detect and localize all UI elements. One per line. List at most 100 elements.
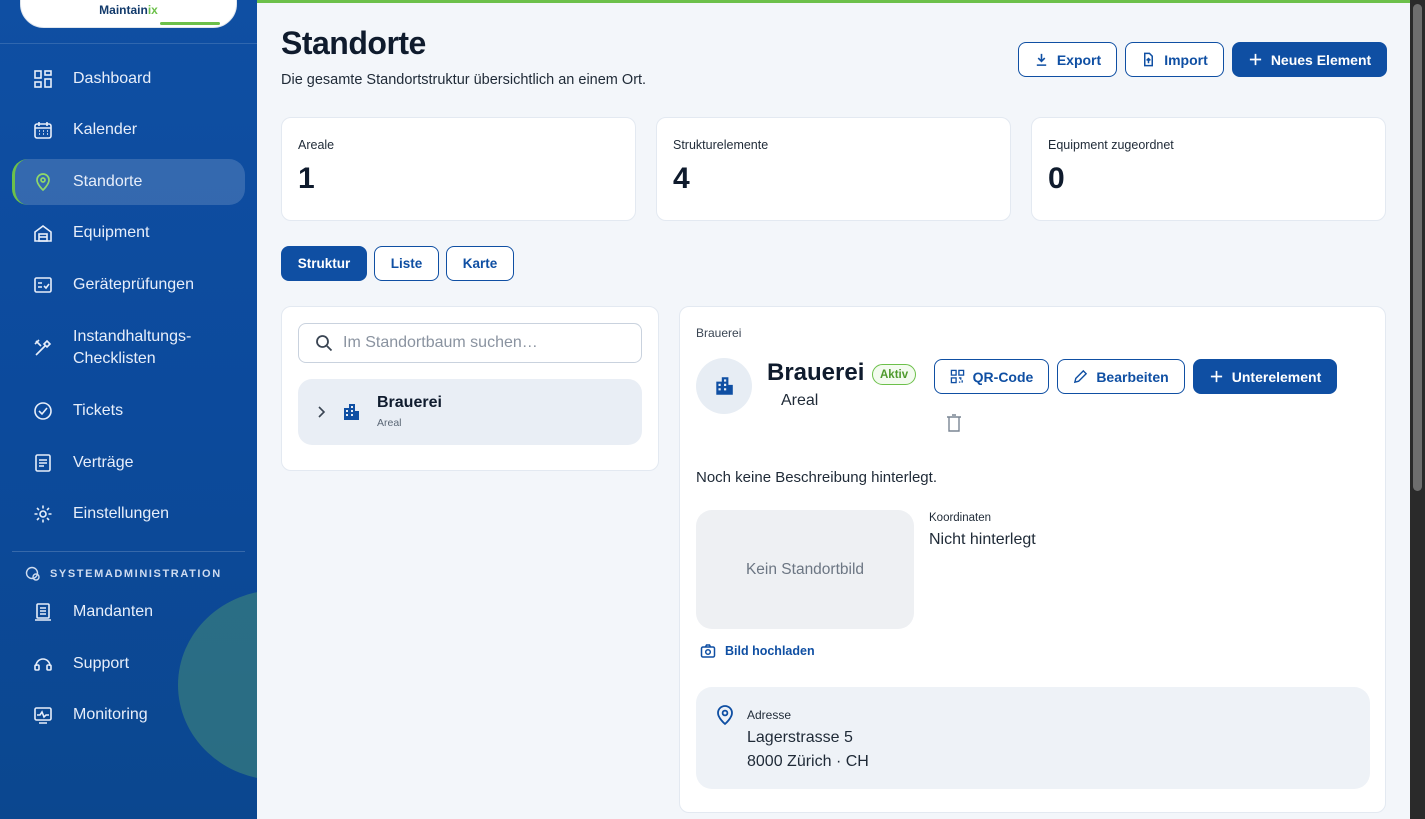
coordinates-label: Koordinaten [929, 512, 992, 524]
sidebar-item-mandanten[interactable]: Mandanten [12, 589, 245, 635]
tree-search-input[interactable]: Im Standortbaum suchen… [298, 323, 642, 363]
upload-file-icon [1144, 52, 1154, 67]
coordinates-value: Nicht hinterlegt [929, 531, 1036, 548]
sidebar-item-label: Geräteprüfungen [73, 276, 194, 293]
location-pin-icon [32, 171, 54, 193]
qr-code-button[interactable]: QR-Code [934, 359, 1049, 394]
stat-card-equipment-zugeordnet: Equipment zugeordnet 0 [1031, 117, 1386, 221]
sidebar-item-instandhaltungs-checklisten[interactable]: Instandhaltungs- Checklisten [12, 320, 245, 376]
add-subelement-button[interactable]: Unterelement [1193, 359, 1337, 394]
tree-item-name: Brauerei [377, 394, 442, 411]
equipment-icon [32, 222, 54, 244]
sidebar-item-dashboard[interactable]: Dashboard [12, 56, 245, 102]
sidebar-item-label: Monitoring [73, 706, 148, 723]
sidebar-item-label: Tickets [73, 402, 124, 419]
sidebar-item-label: Mandanten [73, 603, 154, 620]
support-icon [32, 653, 54, 675]
export-button-label: Export [1056, 51, 1102, 68]
location-pin-icon [717, 705, 733, 726]
building-icon [716, 377, 733, 395]
plus-icon [1249, 53, 1261, 66]
section-label-systemadministration: SYSTEMADMINISTRATION [25, 566, 222, 582]
address-line1: Lagerstrasse 5 [747, 729, 853, 746]
calendar-icon [32, 119, 54, 141]
export-button[interactable]: Export [1018, 42, 1117, 77]
page-subtitle: Die gesamte Standortstruktur übersichtli… [281, 72, 647, 88]
detail-title: Brauerei [767, 359, 865, 386]
stat-value: 1 [298, 162, 315, 195]
checklist-icon [32, 274, 54, 296]
sidebar-item-label: Support [73, 655, 130, 672]
sidebar-item-kalender[interactable]: Kalender [12, 107, 245, 153]
stat-card-strukturelemente: Strukturelemente 4 [656, 117, 1011, 221]
sidebar-item-standorte[interactable]: Standorte [12, 159, 245, 205]
sidebar-item-monitoring[interactable]: Monitoring [12, 692, 245, 738]
section-label-text: SYSTEMADMINISTRATION [50, 568, 222, 580]
logo-underline [160, 22, 220, 25]
monitoring-icon [32, 704, 54, 726]
search-icon [316, 335, 333, 352]
edit-button-label: Bearbeiten [1096, 368, 1169, 385]
detail-panel: Brauerei Brauerei Aktiv Areal QR-Code Be… [679, 306, 1386, 813]
sidebar-item-vertraege[interactable]: Verträge [12, 440, 245, 486]
avatar [696, 358, 752, 414]
tools-icon [32, 337, 54, 359]
sidebar-item-tickets[interactable]: Tickets [12, 388, 245, 434]
address-card: Adresse Lagerstrasse 5 8000 Zürich · CH [696, 687, 1370, 789]
sidebar-item-label: Instandhaltungs- Checklisten [73, 326, 191, 370]
dashboard-icon [32, 68, 54, 90]
main-content: Standorte Die gesamte Standortstruktur ü… [257, 0, 1410, 819]
building-icon [344, 404, 359, 420]
logo[interactable]: Maintainix [20, 0, 237, 28]
stat-card-areale: Areale 1 [281, 117, 636, 221]
scrollbar[interactable] [1410, 0, 1425, 819]
logo-accent-text: ix [147, 3, 158, 17]
sidebar-item-support[interactable]: Support [12, 641, 245, 687]
download-icon [1036, 53, 1047, 66]
import-button-label: Import [1164, 51, 1208, 68]
camera-icon [700, 644, 716, 658]
divider [12, 551, 245, 552]
sidebar-item-geraetepruefungen[interactable]: Geräteprüfungen [12, 262, 245, 308]
scrollbar-thumb[interactable] [1413, 4, 1422, 491]
stat-value: 0 [1048, 162, 1065, 195]
address-line2: 8000 Zürich · CH [747, 753, 869, 770]
add-subelement-button-label: Unterelement [1231, 368, 1322, 385]
search-placeholder: Im Standortbaum suchen… [343, 334, 538, 351]
image-placeholder: Kein Standortbild [696, 510, 914, 629]
admin-gear-icon [25, 566, 40, 581]
edit-button[interactable]: Bearbeiten [1057, 359, 1185, 394]
tab-struktur[interactable]: Struktur [281, 246, 367, 281]
tree-item-brauerei[interactable]: Brauerei Areal [298, 379, 642, 445]
sidebar-item-einstellungen[interactable]: Einstellungen [12, 491, 245, 537]
upload-image-button[interactable]: Bild hochladen [700, 643, 815, 659]
sidebar-item-equipment[interactable]: Equipment [12, 210, 245, 256]
tab-liste[interactable]: Liste [374, 246, 439, 281]
description-text: Noch keine Beschreibung hinterlegt. [696, 469, 937, 486]
new-element-button-label: Neues Element [1270, 51, 1372, 68]
tenant-icon [32, 601, 54, 623]
breadcrumb[interactable]: Brauerei [696, 326, 741, 340]
stat-value: 4 [673, 162, 690, 195]
tab-karte[interactable]: Karte [446, 246, 514, 281]
chevron-right-icon[interactable] [316, 405, 326, 419]
sidebar-item-label-line2: Checklisten [73, 350, 156, 367]
sidebar: Maintainix Dashboard Kalender Standorte … [0, 0, 257, 819]
qr-code-button-label: QR-Code [972, 368, 1034, 385]
upload-image-label: Bild hochladen [725, 644, 815, 658]
import-button[interactable]: Import [1125, 42, 1224, 77]
logo-text: Maintain [99, 3, 148, 17]
document-icon [32, 452, 54, 474]
detail-type: Areal [781, 392, 819, 409]
sidebar-item-label: Verträge [73, 454, 134, 471]
tree-item-type: Areal [377, 417, 402, 429]
qr-code-icon [950, 369, 964, 384]
stat-label: Equipment zugeordnet [1048, 138, 1174, 152]
sidebar-item-label: Standorte [73, 173, 143, 190]
trash-icon[interactable] [945, 413, 963, 433]
stat-label: Areale [298, 138, 335, 152]
check-circle-icon [32, 400, 54, 422]
new-element-button[interactable]: Neues Element [1232, 42, 1387, 77]
sidebar-item-label: Einstellungen [73, 505, 170, 522]
gear-icon [32, 503, 54, 525]
